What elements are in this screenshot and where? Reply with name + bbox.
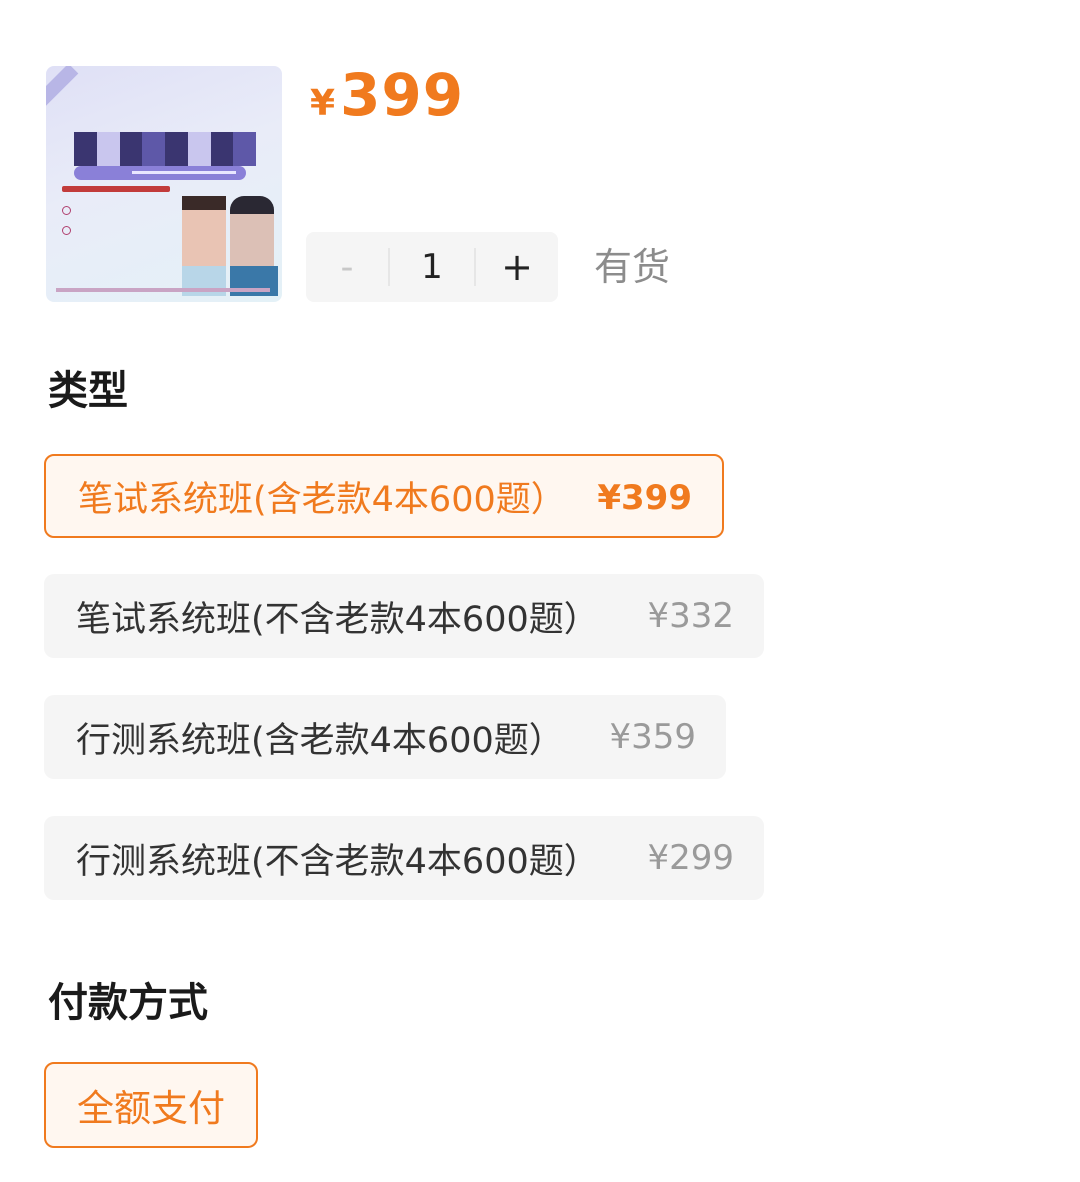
thumbnail-people-image [182, 196, 278, 296]
type-option-label: 行测系统班(含老款4本600题） [76, 720, 564, 761]
type-section-title: 类型 [48, 368, 128, 414]
currency-symbol: ¥ [310, 83, 337, 124]
type-option-price: ¥332 [647, 596, 734, 636]
quantity-stepper: - 1 + [306, 232, 558, 302]
payment-option-full[interactable]: 全额支付 [44, 1062, 258, 1148]
thumbnail-warning-line [62, 186, 170, 192]
type-option-1[interactable]: 笔试系统班(含老款4本600题） ¥399 [44, 454, 724, 538]
increase-quantity-button[interactable]: + [476, 232, 558, 302]
thumbnail-pixelated-title [74, 132, 256, 166]
product-price: ¥399 [310, 62, 464, 137]
thumbnail-footnote [56, 288, 270, 292]
thumbnail-banner [74, 166, 246, 180]
thumbnail-bullet-icon [62, 206, 71, 215]
quantity-value[interactable]: 1 [388, 247, 476, 287]
type-option-2[interactable]: 笔试系统班(不含老款4本600题） ¥332 [44, 574, 764, 658]
type-option-price: ¥299 [647, 838, 734, 878]
decrease-quantity-button[interactable]: - [306, 232, 388, 302]
payment-section-title: 付款方式 [48, 980, 208, 1026]
thumbnail-decoration [46, 66, 79, 116]
type-option-price: ¥399 [597, 478, 692, 518]
type-option-label: 笔试系统班(含老款4本600题） [78, 479, 566, 520]
type-option-3[interactable]: 行测系统班(含老款4本600题） ¥359 [44, 695, 726, 779]
type-option-4[interactable]: 行测系统班(不含老款4本600题） ¥299 [44, 816, 764, 900]
price-value: 399 [340, 61, 465, 129]
type-option-price: ¥359 [609, 717, 696, 757]
type-option-label: 行测系统班(不含老款4本600题） [76, 841, 599, 882]
stock-status: 有货 [594, 245, 671, 289]
product-thumbnail[interactable] [46, 66, 282, 302]
type-option-label: 笔试系统班(不含老款4本600题） [76, 599, 599, 640]
thumbnail-bullet-icon [62, 226, 71, 235]
